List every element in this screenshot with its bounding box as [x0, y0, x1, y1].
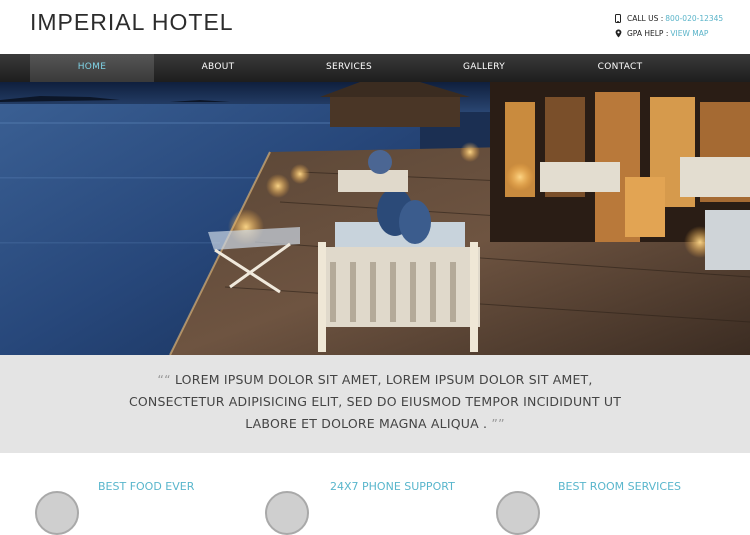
room-service-icon	[496, 491, 540, 535]
nav-item-about[interactable]: ABOUT	[156, 54, 280, 82]
call-us-label: CALL US :	[627, 14, 664, 23]
food-icon	[35, 491, 79, 535]
intro-quote: ““ LOREM IPSUM DOLOR SIT AMET, LOREM IPS…	[110, 369, 640, 435]
nav-item-home[interactable]: HOME	[30, 54, 154, 82]
gpa-help-label: GPA HELP :	[627, 29, 669, 38]
quote-body: LOREM IPSUM DOLOR SIT AMET, LOREM IPSUM …	[128, 372, 622, 431]
feature-phone-support: 24X7 PHONE SUPPORT	[330, 453, 500, 500]
nav-item-services[interactable]: SERVICES	[287, 54, 411, 82]
quote-open-mark: ““	[157, 372, 171, 387]
feature-title[interactable]: 24X7 PHONE SUPPORT	[330, 480, 455, 493]
feature-title[interactable]: BEST ROOM SERVICES	[558, 480, 681, 493]
features-section: BEST FOOD EVER 24X7 PHONE SUPPORT BEST R…	[0, 453, 750, 535]
feature-room-services: BEST ROOM SERVICES	[558, 453, 738, 500]
call-us-line: CALL US : 800-020-12345	[615, 11, 750, 26]
nav-item-contact[interactable]: CONTACT	[558, 54, 682, 82]
feature-best-food: BEST FOOD EVER	[98, 453, 258, 500]
site-logo[interactable]: IMPERIAL HOTEL	[30, 9, 234, 36]
hero-image	[0, 82, 750, 355]
quote-close-mark: ””	[491, 416, 505, 431]
phone-icon	[615, 14, 625, 23]
map-pin-icon	[615, 29, 625, 38]
main-nav: HOME ABOUT SERVICES GALLERY CONTACT	[0, 54, 750, 82]
call-us-number[interactable]: 800-020-12345	[665, 14, 723, 23]
phone-support-icon	[265, 491, 309, 535]
gpa-help-line: GPA HELP : VIEW MAP	[615, 26, 750, 41]
nav-item-gallery[interactable]: GALLERY	[422, 54, 546, 82]
site-header: IMPERIAL HOTEL CALL US : 800-020-12345 G…	[0, 0, 750, 54]
view-map-link[interactable]: VIEW MAP	[670, 29, 708, 38]
intro-quote-section: ““ LOREM IPSUM DOLOR SIT AMET, LOREM IPS…	[0, 355, 750, 453]
hero-scene	[0, 82, 750, 355]
feature-title[interactable]: BEST FOOD EVER	[98, 480, 194, 493]
contact-info: CALL US : 800-020-12345 GPA HELP : VIEW …	[615, 11, 750, 41]
